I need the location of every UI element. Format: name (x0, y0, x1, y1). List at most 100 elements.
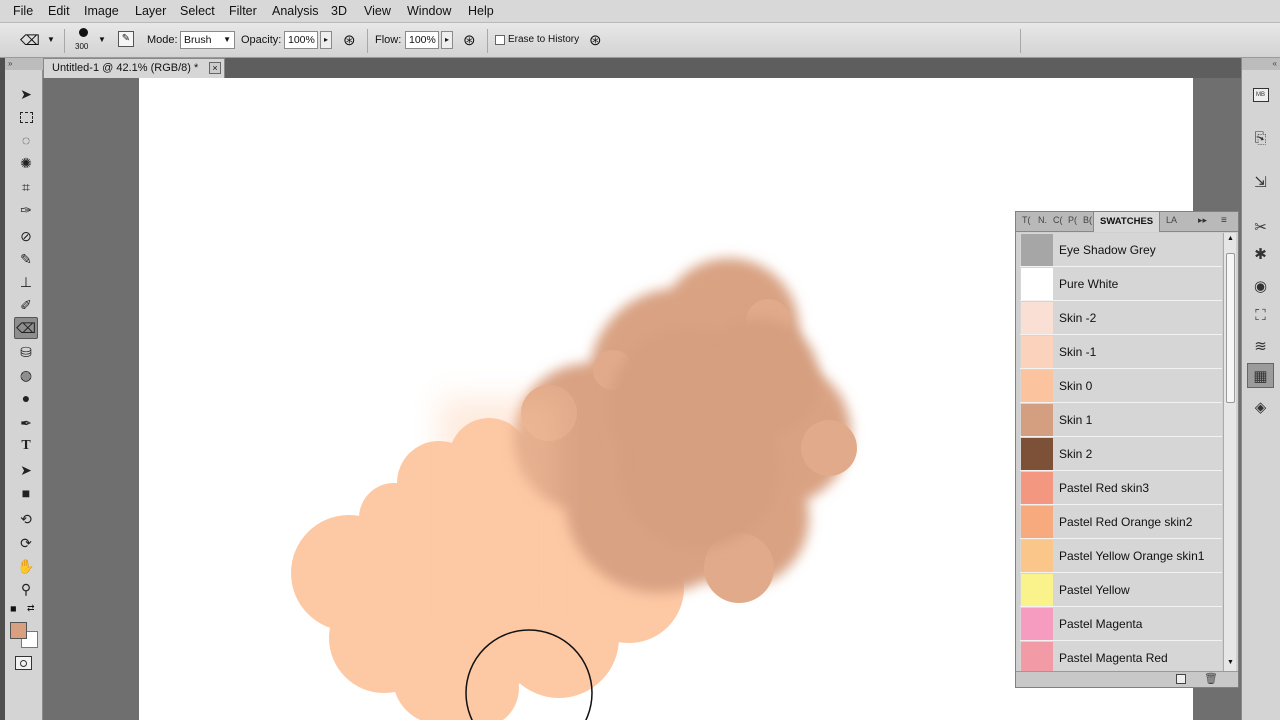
mini-bridge-icon[interactable]: MB (1247, 82, 1274, 107)
rectangle-tool-icon[interactable]: ■ (14, 482, 38, 504)
menu-analysis[interactable]: Analysis (272, 4, 319, 18)
pen-tool-icon[interactable]: ✒ (14, 412, 38, 434)
erase-to-history-checkbox[interactable] (495, 35, 505, 45)
tab-navigator[interactable]: N. (1038, 215, 1047, 225)
tools-panel-grip[interactable]: » (5, 58, 43, 70)
swatch-row[interactable]: Pure White (1020, 267, 1222, 301)
menu-file[interactable]: File (13, 4, 33, 18)
blur-tool-icon[interactable]: ◍ (14, 364, 38, 386)
flow-input[interactable]: 100% (405, 31, 439, 49)
eyedropper-tool-icon[interactable]: ✑ (14, 199, 38, 221)
marquee-tool-icon[interactable] (14, 106, 38, 128)
close-icon[interactable]: × (209, 62, 221, 74)
tools-panel: » ➤ ◌ ✺ ⌗ ✑ ⊘ ✎ ⊥ ✐ ⌫ ⛁ ◍ ● ✒ T ➤ ■ ⟲ ⟳ … (5, 58, 43, 720)
brush-presets-icon[interactable]: ✱ (1247, 241, 1274, 266)
tab-tool-presets[interactable]: T( (1022, 215, 1031, 225)
tab-paragraph[interactable]: P( (1068, 215, 1077, 225)
tablet-pressure-icon[interactable]: ⊛ (589, 31, 602, 49)
swatch-row[interactable]: Pastel Yellow Orange skin1 (1020, 539, 1222, 573)
opacity-input[interactable]: 100% (284, 31, 318, 49)
swatch-row[interactable]: Pastel Yellow (1020, 573, 1222, 607)
healing-brush-tool-icon[interactable]: ⊘ (14, 225, 38, 247)
masks-icon[interactable]: ⛶ (1247, 303, 1274, 328)
dodge-tool-icon[interactable]: ● (14, 387, 38, 409)
swatch-row[interactable]: Eye Shadow Grey (1020, 233, 1222, 267)
brush-tool-icon[interactable]: ✎ (14, 248, 38, 270)
panel-dock-grip[interactable]: « (1242, 58, 1280, 70)
flow-slider-button[interactable]: ▸ (441, 31, 453, 49)
swap-colors-icon[interactable]: ⇄ (27, 603, 35, 614)
divider (367, 29, 368, 53)
scroll-up-icon[interactable]: ▲ (1227, 235, 1234, 242)
tab-layers[interactable]: LA (1166, 215, 1177, 225)
clone-stamp-tool-icon[interactable]: ⊥ (14, 271, 38, 293)
brush-tip-icon[interactable] (79, 28, 88, 37)
history-brush-tool-icon[interactable]: ✐ (14, 294, 38, 316)
menu-select[interactable]: Select (180, 4, 215, 18)
move-tool-icon[interactable]: ➤ (14, 83, 38, 105)
swatches-panel-icon[interactable]: ▦ (1247, 363, 1274, 388)
swatch-row[interactable]: Pastel Magenta (1020, 607, 1222, 641)
path-selection-tool-icon[interactable]: ➤ (14, 459, 38, 481)
scrollbar-thumb[interactable] (1226, 253, 1235, 403)
swatch-chip (1021, 539, 1053, 572)
menu-layer[interactable]: Layer (135, 4, 166, 18)
quick-selection-tool-icon[interactable]: ✺ (14, 152, 38, 174)
panel-expand-icon[interactable]: ▸▸ (1198, 215, 1207, 226)
paths-icon[interactable]: ≋ (1247, 333, 1274, 358)
3d-orbit-tool-icon[interactable]: ⟳ (14, 532, 38, 554)
document-tab-bar: Untitled-1 @ 42.1% (RGB/8) * × (43, 58, 1241, 78)
menu-filter[interactable]: Filter (229, 4, 257, 18)
divider (487, 29, 488, 53)
chevron-down-icon[interactable]: ▼ (47, 35, 55, 44)
new-swatch-icon[interactable] (1176, 674, 1186, 684)
3d-rotate-tool-icon[interactable]: ⟲ (14, 508, 38, 530)
eraser-preset-icon[interactable]: ⌫ (20, 32, 40, 49)
lasso-tool-icon[interactable]: ◌ (14, 129, 38, 151)
crop-tool-icon[interactable]: ⌗ (14, 176, 38, 198)
eraser-tool-icon[interactable]: ⌫ (14, 317, 38, 339)
menu-help[interactable]: Help (468, 4, 494, 18)
brush-panel-icon[interactable]: ✎ (118, 31, 134, 47)
trash-icon[interactable]: 🗑 (1204, 672, 1218, 685)
layers-icon[interactable]: ◈ (1247, 394, 1274, 419)
chevron-down-icon[interactable]: ▼ (98, 35, 106, 44)
swatch-row[interactable]: Skin 0 (1020, 369, 1222, 403)
default-colors-icon[interactable]: ◼ (10, 604, 17, 613)
menu-edit[interactable]: Edit (48, 4, 70, 18)
paint-bucket-tool-icon[interactable]: ⛁ (14, 341, 38, 363)
tool-presets-icon[interactable]: ✂ (1247, 214, 1274, 239)
quick-mask-icon[interactable] (15, 656, 32, 670)
swatch-name: Skin -1 (1059, 344, 1097, 359)
menu-3d[interactable]: 3D (331, 4, 347, 18)
zoom-tool-icon[interactable]: ⚲ (14, 578, 38, 600)
swatch-row[interactable]: Skin -2 (1020, 301, 1222, 335)
swatch-row[interactable]: Skin 1 (1020, 403, 1222, 437)
foreground-color-swatch[interactable] (10, 622, 27, 639)
tab-color[interactable]: C( (1053, 215, 1063, 225)
opacity-slider-button[interactable]: ▸ (320, 31, 332, 49)
swatch-row[interactable]: Skin -1 (1020, 335, 1222, 369)
type-tool-icon[interactable]: T (14, 435, 38, 457)
swatch-row[interactable]: Pastel Magenta Red (1020, 641, 1222, 671)
mode-select[interactable]: Brush ▼ (180, 31, 235, 49)
menu-window[interactable]: Window (407, 4, 451, 18)
airbrush-opacity-icon[interactable]: ⊛ (343, 31, 356, 49)
document-tab[interactable]: Untitled-1 @ 42.1% (RGB/8) * × (43, 58, 225, 78)
tab-swatches[interactable]: SWATCHES (1093, 212, 1161, 232)
menu-view[interactable]: View (364, 4, 391, 18)
menu-image[interactable]: Image (84, 4, 119, 18)
airbrush-icon[interactable]: ⊛ (463, 31, 476, 49)
divider (64, 29, 65, 53)
adjustments-icon[interactable]: ◉ (1247, 273, 1274, 298)
swatch-scrollbar[interactable]: ▲ ▼ (1223, 233, 1236, 671)
swatch-row[interactable]: Pastel Red skin3 (1020, 471, 1222, 505)
hand-tool-icon[interactable]: ✋ (14, 555, 38, 577)
swatch-row[interactable]: Skin 2 (1020, 437, 1222, 471)
scroll-down-icon[interactable]: ▼ (1227, 659, 1234, 666)
swatch-row[interactable]: Pastel Red Orange skin2 (1020, 505, 1222, 539)
tab-brushes[interactable]: B( (1083, 215, 1092, 225)
history-icon[interactable]: ⎘ (1247, 126, 1274, 151)
panel-menu-icon[interactable]: ≡ (1221, 215, 1227, 226)
actions-icon[interactable]: ⇲ (1247, 169, 1274, 194)
